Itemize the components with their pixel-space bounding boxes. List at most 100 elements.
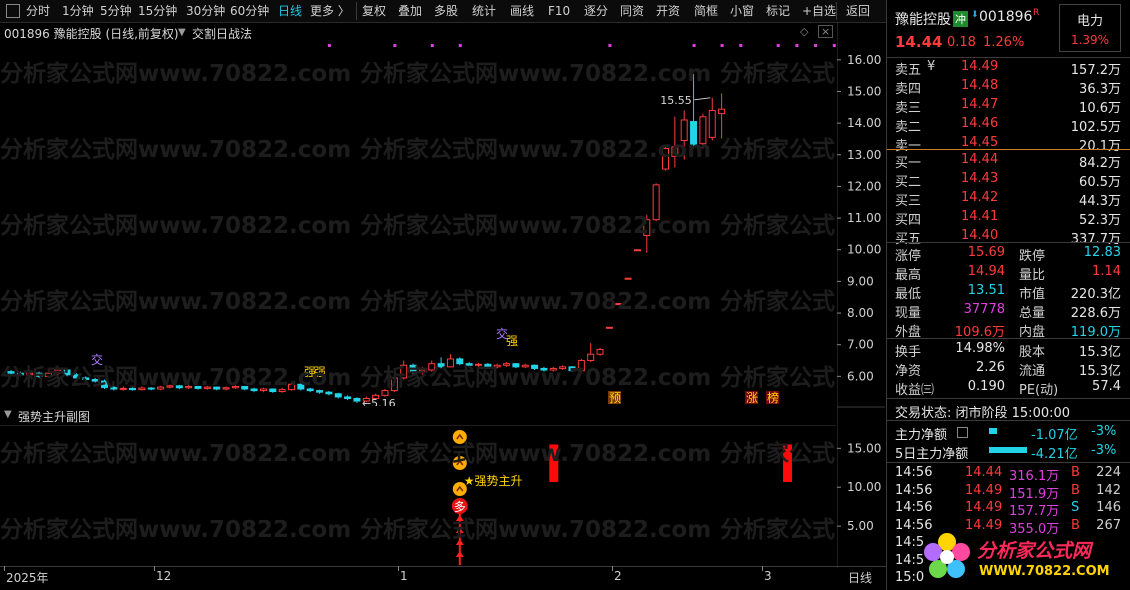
candle[interactable] xyxy=(428,360,436,372)
toolbar-item-2[interactable]: 5分钟 xyxy=(100,3,132,19)
diamond-icon[interactable]: ◇ xyxy=(800,25,808,38)
candle[interactable] xyxy=(475,363,482,367)
candle[interactable] xyxy=(503,362,511,367)
toolbar-item-4[interactable]: 30分钟 xyxy=(186,3,225,19)
candlestick-chart[interactable]: 15.55←5.16交强强交强预涨榜 xyxy=(0,42,836,406)
candle[interactable] xyxy=(119,386,127,391)
candle[interactable] xyxy=(409,363,417,377)
candle[interactable] xyxy=(484,363,492,369)
list-icon[interactable] xyxy=(957,427,968,438)
candle[interactable] xyxy=(699,113,707,149)
candle[interactable] xyxy=(278,387,286,393)
candle[interactable] xyxy=(241,385,249,391)
candle[interactable] xyxy=(250,387,258,393)
candle[interactable] xyxy=(166,384,174,389)
candle[interactable] xyxy=(708,97,716,141)
candle[interactable] xyxy=(44,370,52,378)
candle[interactable] xyxy=(222,386,230,391)
candle[interactable] xyxy=(101,379,108,390)
candle[interactable] xyxy=(418,366,426,375)
period-label[interactable]: 日线 xyxy=(848,569,872,586)
toolbar-item-8[interactable]: 复权 xyxy=(362,3,386,19)
toolbar-item-7[interactable]: 更多 〉 xyxy=(310,3,350,19)
candle[interactable] xyxy=(568,366,576,372)
candle[interactable] xyxy=(531,364,539,371)
candle[interactable] xyxy=(185,385,193,390)
candle[interactable] xyxy=(325,390,333,396)
candle[interactable] xyxy=(129,387,137,391)
candle[interactable] xyxy=(175,384,183,390)
candle[interactable] xyxy=(446,354,454,368)
candle[interactable] xyxy=(540,366,548,372)
candle[interactable] xyxy=(306,387,314,393)
toolbar-menu-icon[interactable] xyxy=(6,4,20,18)
toolbar-item-6[interactable]: 日线 xyxy=(278,3,302,19)
candle[interactable] xyxy=(577,358,585,372)
candle[interactable] xyxy=(549,366,557,372)
candle[interactable] xyxy=(194,385,202,390)
candle[interactable] xyxy=(288,382,295,391)
candle[interactable] xyxy=(400,360,408,380)
candle[interactable] xyxy=(110,385,118,391)
toolbar-item-3[interactable]: 15分钟 xyxy=(138,3,177,19)
candle[interactable] xyxy=(633,249,641,252)
toolbar-item-13[interactable]: F10 xyxy=(548,3,570,19)
candle[interactable] xyxy=(662,145,669,171)
toolbar-item-16[interactable]: 开资 xyxy=(656,3,680,19)
candle[interactable] xyxy=(316,389,324,394)
toolbar-item-21[interactable]: 返回 xyxy=(846,3,870,19)
toolbar-item-9[interactable]: 叠加 xyxy=(398,3,422,19)
candle[interactable] xyxy=(624,277,632,280)
candle[interactable] xyxy=(157,385,165,391)
sub-toggle-icon[interactable]: ▼ xyxy=(4,409,12,420)
candle[interactable] xyxy=(334,392,342,399)
candle[interactable] xyxy=(643,214,651,253)
indicator-name[interactable]: 交割日战法 xyxy=(192,25,252,42)
candle[interactable] xyxy=(587,343,595,363)
candle[interactable] xyxy=(615,303,623,306)
candle[interactable] xyxy=(72,373,80,380)
sector-box[interactable]: 电力 1.39% xyxy=(1059,4,1121,52)
candle[interactable] xyxy=(493,363,501,369)
toolbar-item-19[interactable]: 标记 xyxy=(766,3,790,19)
candle[interactable] xyxy=(680,110,688,160)
toolbar-item-10[interactable]: 多股 xyxy=(434,3,458,19)
candle[interactable] xyxy=(381,389,389,397)
candle[interactable] xyxy=(512,363,520,369)
candle[interactable] xyxy=(35,371,43,378)
candle[interactable] xyxy=(269,388,277,393)
candle[interactable] xyxy=(671,116,679,168)
candle[interactable] xyxy=(344,395,352,401)
close-icon[interactable]: × xyxy=(818,25,834,38)
toolbar-item-20[interactable]: +自选 xyxy=(802,3,836,19)
candle[interactable] xyxy=(7,370,15,375)
toolbar-item-11[interactable]: 统计 xyxy=(472,3,496,19)
candle[interactable] xyxy=(231,385,239,390)
candle[interactable] xyxy=(203,385,211,390)
candle[interactable] xyxy=(259,387,267,393)
candle[interactable] xyxy=(26,371,34,377)
candle[interactable] xyxy=(652,183,660,222)
candle[interactable] xyxy=(718,93,726,139)
candle[interactable] xyxy=(213,386,221,391)
candle[interactable] xyxy=(390,376,398,393)
candle[interactable] xyxy=(63,368,71,377)
toolbar-item-15[interactable]: 同资 xyxy=(620,3,644,19)
toolbar-item-0[interactable]: 分时 xyxy=(26,3,50,19)
candle[interactable] xyxy=(54,366,62,377)
candle[interactable] xyxy=(297,383,305,391)
toolbar-item-14[interactable]: 逐分 xyxy=(584,3,608,19)
candle[interactable] xyxy=(147,387,155,391)
candle[interactable] xyxy=(690,74,698,149)
candle[interactable] xyxy=(596,347,604,356)
candle[interactable] xyxy=(82,376,90,382)
candle[interactable] xyxy=(437,357,445,369)
candle[interactable] xyxy=(605,326,613,329)
candle[interactable] xyxy=(559,365,567,371)
candle[interactable] xyxy=(353,397,361,403)
toolbar-item-1[interactable]: 1分钟 xyxy=(62,3,94,19)
toolbar-item-18[interactable]: 小窗 xyxy=(730,3,754,19)
toolbar-item-5[interactable]: 60分钟 xyxy=(230,3,269,19)
indicator-toggle-icon[interactable]: ▼ xyxy=(178,27,186,38)
candle[interactable] xyxy=(138,386,146,391)
